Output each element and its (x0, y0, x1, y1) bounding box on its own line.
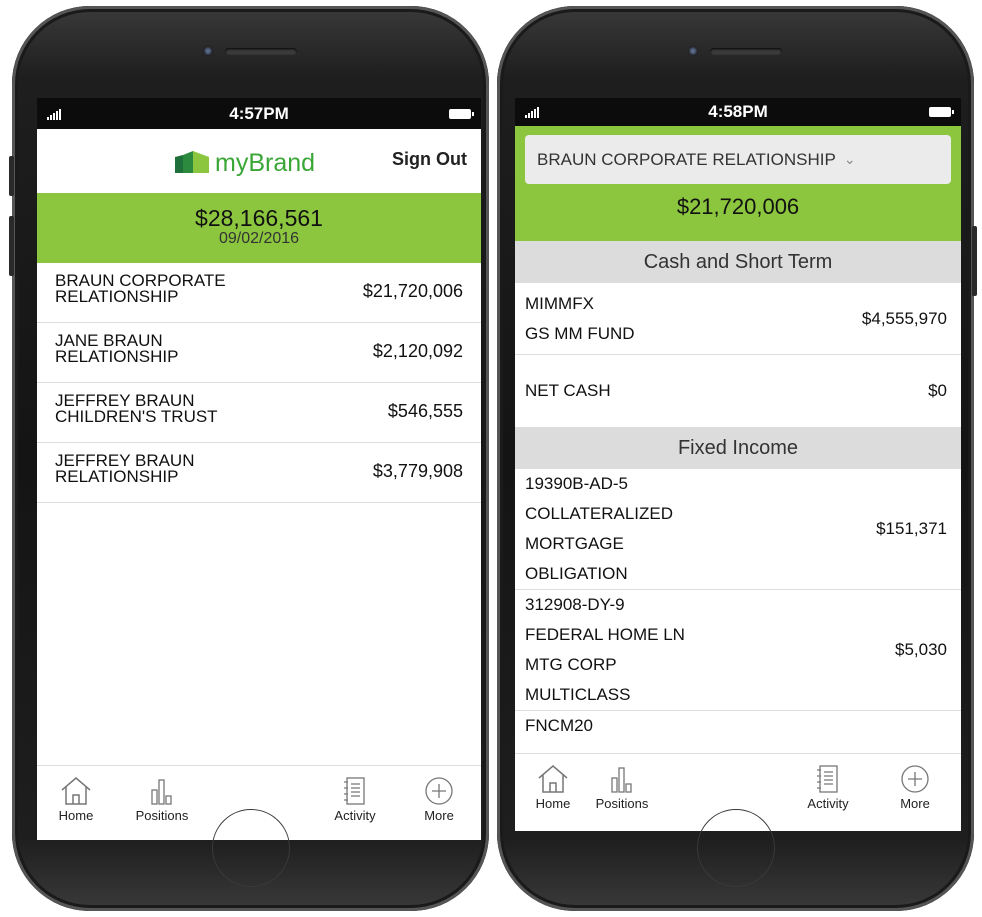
screen-right: 4:58PM BRAUN CORPORATE RELATIONSHIP ⌄ $2… (515, 98, 961, 831)
brand-name: myBrand (215, 149, 316, 177)
position-name-line: MULTICLASS (525, 685, 631, 704)
position-cusip: FNCM20 (525, 716, 594, 735)
tab-label: More (424, 808, 454, 823)
home-button[interactable] (211, 809, 290, 887)
tab-positions[interactable]: Positions (122, 776, 202, 823)
volume-button (9, 216, 14, 276)
sign-out-button[interactable]: Sign Out (392, 149, 467, 170)
relationship-name: JEFFREY BRAUN RELATIONSHIP (55, 451, 195, 486)
tab-label: Activity (334, 808, 376, 823)
position-row[interactable]: NET CASH $0 (515, 355, 961, 427)
relationship-total: $21,720,006 (676, 194, 800, 219)
relationship-select[interactable]: BRAUN CORPORATE RELATIONSHIP ⌄ (525, 135, 951, 184)
position-cusip: 19390B-AD-5 (525, 474, 629, 493)
position-name-line: OBLIGATION (525, 564, 628, 583)
position-row[interactable]: MIMMFX GS MM FUND $4,555,970 (515, 283, 961, 355)
position-row[interactable]: 19390B-AD-5 COLLATERALIZED MORTGAGE OBLI… (515, 469, 961, 590)
position-symbol: MIMMFX (525, 293, 594, 313)
section-header: Cash and Short Term (515, 241, 961, 283)
bar-chart-icon (151, 779, 172, 805)
position-description: FNCM20 (525, 711, 593, 741)
tab-positions[interactable]: Positions (582, 764, 662, 811)
plus-circle-icon (425, 777, 453, 805)
position-name-line: MTG CORP (525, 655, 617, 674)
home-button[interactable] (696, 809, 775, 887)
total-summary: $28,166,561 09/02/2016 (37, 193, 481, 263)
total-date: 09/02/2016 (218, 230, 300, 247)
relationship-name: JANE BRAUN RELATIONSHIP (55, 331, 179, 366)
relationship-name: JEFFREY BRAUN CHILDREN'S TRUST (55, 391, 218, 426)
camera (202, 46, 213, 56)
camera (687, 46, 698, 56)
position-amount: $5,030 (895, 640, 947, 659)
selected-relationship: BRAUN CORPORATE RELATIONSHIP (537, 149, 836, 169)
tab-more[interactable]: More (875, 764, 955, 811)
list-item[interactable]: BRAUN CORPORATE RELATIONSHIP $21,720,006 (37, 263, 481, 323)
tab-home[interactable]: Home (37, 776, 116, 823)
position-amount: $4,555,970 (861, 308, 947, 328)
relationship-amount: $546,555 (387, 401, 463, 421)
tab-activity[interactable]: Activity (315, 776, 395, 823)
list-item[interactable]: JEFFREY BRAUN RELATIONSHIP $3,779,908 (37, 443, 481, 503)
tab-label: Positions (595, 796, 649, 811)
position-row[interactable]: 312908-DY-9 FEDERAL HOME LN MTG CORP MUL… (515, 590, 961, 711)
tab-label: Home (58, 808, 94, 823)
status-time: 4:58PM (708, 102, 768, 121)
position-amount: $0 (928, 381, 947, 400)
tab-more[interactable]: More (399, 776, 479, 823)
relationship-list: BRAUN CORPORATE RELATIONSHIP $21,720,006… (37, 263, 481, 503)
total-value: $28,166,561 (195, 205, 323, 231)
relationship-amount: $21,720,006 (362, 281, 463, 301)
power-button (972, 226, 977, 296)
relationship-amount: $3,779,908 (372, 461, 463, 481)
position-description: 312908-DY-9 FEDERAL HOME LN MTG CORP MUL… (525, 590, 685, 710)
home-icon (61, 777, 91, 805)
position-description: NET CASH (525, 376, 611, 406)
status-time: 4:57PM (229, 103, 289, 123)
relationship-name: BRAUN CORPORATE RELATIONSHIP (55, 271, 226, 306)
relationship-amount: $2,120,092 (372, 341, 463, 361)
position-name-line: MORTGAGE (525, 534, 624, 553)
section-header: Fixed Income (515, 427, 961, 469)
position-name: NET CASH (525, 381, 611, 400)
position-description: MIMMFX GS MM FUND (525, 289, 635, 349)
plus-circle-icon (901, 765, 929, 793)
position-name-line: FEDERAL HOME LN (525, 625, 685, 644)
position-name-line: COLLATERALIZED (525, 504, 674, 523)
screen-left: 4:57PM myBrand Sign Out $28,166,561 09/0… (37, 98, 481, 840)
relationship-header: BRAUN CORPORATE RELATIONSHIP ⌄ $21,720,0… (515, 126, 961, 241)
volume-button (9, 156, 14, 196)
tab-label: Positions (135, 808, 189, 823)
tab-label: Activity (807, 796, 849, 811)
position-description: 19390B-AD-5 COLLATERALIZED MORTGAGE OBLI… (525, 469, 673, 589)
brand-logo[interactable]: myBrand (173, 149, 315, 178)
tab-label: More (900, 796, 930, 811)
status-bar: 4:57PM (37, 98, 481, 129)
position-name: GS MM FUND (525, 323, 635, 343)
position-amount: $151,371 (876, 519, 947, 538)
home-icon (538, 765, 568, 793)
notebook-icon (817, 765, 838, 793)
status-bar: 4:58PM (515, 98, 961, 126)
phone-frame-left: 4:57PM myBrand Sign Out $28,166,561 09/0… (9, 6, 489, 911)
speaker (224, 48, 297, 55)
battery-icon (929, 107, 954, 117)
chevron-down-icon: ⌄ (843, 151, 856, 167)
position-cusip: 312908-DY-9 (525, 595, 625, 614)
notebook-icon (344, 777, 365, 805)
brand-logo-icon (175, 150, 209, 173)
tab-activity[interactable]: Activity (788, 764, 868, 811)
list-item[interactable]: JEFFREY BRAUN CHILDREN'S TRUST $546,555 (37, 383, 481, 443)
speaker (709, 48, 782, 55)
app-header: myBrand Sign Out (37, 129, 481, 193)
bar-chart-icon (611, 767, 632, 793)
battery-icon (449, 108, 474, 119)
phone-frame-right: 4:58PM BRAUN CORPORATE RELATIONSHIP ⌄ $2… (497, 6, 977, 911)
list-item[interactable]: JANE BRAUN RELATIONSHIP $2,120,092 (37, 323, 481, 383)
